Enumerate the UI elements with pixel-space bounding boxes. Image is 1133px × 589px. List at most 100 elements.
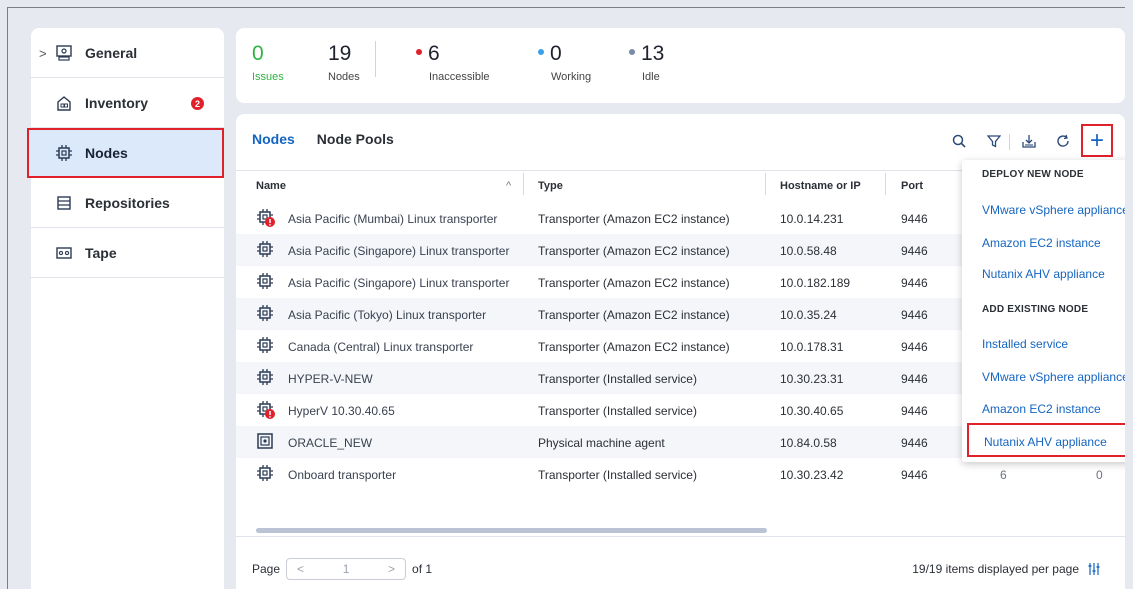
sort-ascending-icon[interactable]: ^ [506,180,511,192]
tab-node-pools[interactable]: Node Pools [317,131,394,147]
agent-icon [256,432,276,452]
menu-item-deploy-nutanix[interactable]: Nutanix AHV appliance [982,267,1105,281]
stat-value: 13 [641,42,665,65]
column-header-type[interactable]: Type [538,180,563,192]
stat-inaccessible[interactable]: 6 Inaccessible [416,42,490,83]
chip-icon [256,240,276,260]
chip-icon [256,272,276,292]
cell-port: 9446 [901,212,928,226]
column-header-hostname[interactable]: Hostname or IP [780,180,861,192]
stat-nodes[interactable]: 19 Nodes [328,42,360,83]
stat-label: Inaccessible [429,71,490,83]
stat-value: 19 [328,42,352,65]
cell-type: Transporter (Installed service) [538,468,697,482]
menu-item-add-ec2[interactable]: Amazon EC2 instance [982,402,1101,416]
refresh-button[interactable] [1049,126,1077,156]
stat-value: 0 [550,42,562,65]
search-icon [952,134,966,148]
export-button[interactable] [1015,126,1043,156]
sidebar-item-inventory[interactable]: Inventory 2 [31,78,224,128]
menu-section-deploy: DEPLOY NEW NODE [982,169,1084,180]
chip-icon [256,464,276,484]
page-number[interactable]: 1 [343,562,350,576]
cell-hostname: 10.30.40.65 [780,404,844,418]
column-divider[interactable] [885,173,886,195]
server-icon [55,44,73,62]
column-header-name[interactable]: Name [256,180,286,192]
cell-hostname: 10.30.23.42 [780,468,844,482]
tab-nodes[interactable]: Nodes [252,131,295,147]
chip-icon [256,304,276,324]
stat-value: 0 [252,42,264,65]
previous-page-icon[interactable]: < [297,562,304,576]
table-row[interactable]: Onboard transporter Transporter (Installe… [236,458,1125,490]
tape-icon [55,244,73,262]
sidebar-item-general[interactable]: > General [31,28,224,78]
menu-item-installed-service[interactable]: Installed service [982,337,1068,351]
stat-label: Nodes [328,71,360,83]
column-divider[interactable] [523,173,524,195]
cell-port: 9446 [901,276,928,290]
refresh-icon [1057,134,1069,147]
column-divider[interactable] [765,173,766,195]
stat-issues[interactable]: 0 Issues [252,42,284,83]
sidebar-item-tape[interactable]: Tape [31,228,224,278]
cell-hostname: 10.0.178.31 [780,340,844,354]
toolbar-divider [1009,134,1010,150]
divider [375,41,376,77]
cell-name: Asia Pacific (Mumbai) Linux transporter [288,212,498,226]
sidebar-item-repositories[interactable]: Repositories [31,178,224,228]
cell-name: Asia Pacific (Singapore) Linux transport… [288,276,510,290]
cell-hostname: 10.0.35.24 [780,308,837,322]
stat-label: Idle [642,71,660,83]
cell-port: 9446 [901,436,928,450]
menu-item-deploy-ec2[interactable]: Amazon EC2 instance [982,236,1101,250]
export-icon [1022,135,1036,148]
cell-type: Transporter (Amazon EC2 instance) [538,244,730,258]
sidebar-item-label: Nodes [85,145,128,161]
cell-hostname: 10.0.182.189 [780,276,851,290]
horizontal-scrollbar[interactable] [256,528,767,533]
cell-port: 9446 [901,244,928,258]
menu-item-add-vmware[interactable]: VMware vSphere appliance [982,370,1129,384]
cell-type: Transporter (Installed service) [538,404,697,418]
cell-hostname: 10.0.58.48 [780,244,837,258]
search-button[interactable] [945,126,973,156]
cell-name: Asia Pacific (Singapore) Linux transport… [288,244,510,258]
table-footer: Page < 1 > of 1 19/19 items displayed pe… [236,536,1125,589]
per-page-info: 19/19 items displayed per page [912,562,1101,576]
menu-section-add-existing: ADD EXISTING NODE [982,304,1089,315]
filter-icon [987,135,1001,148]
cell-type: Physical machine agent [538,436,665,450]
add-node-menu: DEPLOY NEW NODE VMware vSphere appliance… [962,160,1133,462]
filter-button[interactable] [980,126,1008,156]
stat-idle[interactable]: 13 Idle [629,42,664,83]
cell-port: 9446 [901,372,928,386]
column-settings-icon[interactable] [1087,562,1101,576]
inventory-icon [55,94,73,112]
sidebar-item-nodes[interactable]: Nodes [27,128,224,178]
items-per-page-label: 19/19 items displayed per page [912,562,1079,576]
cell-port: 9446 [901,308,928,322]
cell-column-5: 6 [1000,468,1007,482]
chevron-right-icon[interactable]: > [39,46,47,61]
sidebar-item-label: Inventory [85,94,149,111]
stat-working[interactable]: 0 Working [538,42,591,83]
cell-name: Asia Pacific (Tokyo) Linux transporter [288,308,487,322]
next-page-icon[interactable]: > [388,562,395,576]
sidebar-item-label: General [85,44,138,61]
notification-badge: 2 [191,97,204,110]
cell-type: Transporter (Amazon EC2 instance) [538,212,730,226]
page-selector[interactable]: < 1 > [286,558,407,580]
cell-hostname: 10.30.23.31 [780,372,844,386]
page-label: Page [252,562,281,576]
menu-item-deploy-vmware[interactable]: VMware vSphere appliance [982,203,1129,217]
add-node-button[interactable]: + [1081,124,1113,157]
menu-item-add-nutanix[interactable]: Nutanix AHV appliance [967,423,1133,457]
cell-port: 9446 [901,404,928,418]
column-header-port[interactable]: Port [901,180,923,192]
chip-icon [256,336,276,356]
stats-bar: 0 Issues 19 Nodes 6 Inaccessible 0 Worki… [236,28,1125,103]
cell-name: Canada (Central) Linux transporter [288,340,474,354]
chip-icon [256,400,276,420]
